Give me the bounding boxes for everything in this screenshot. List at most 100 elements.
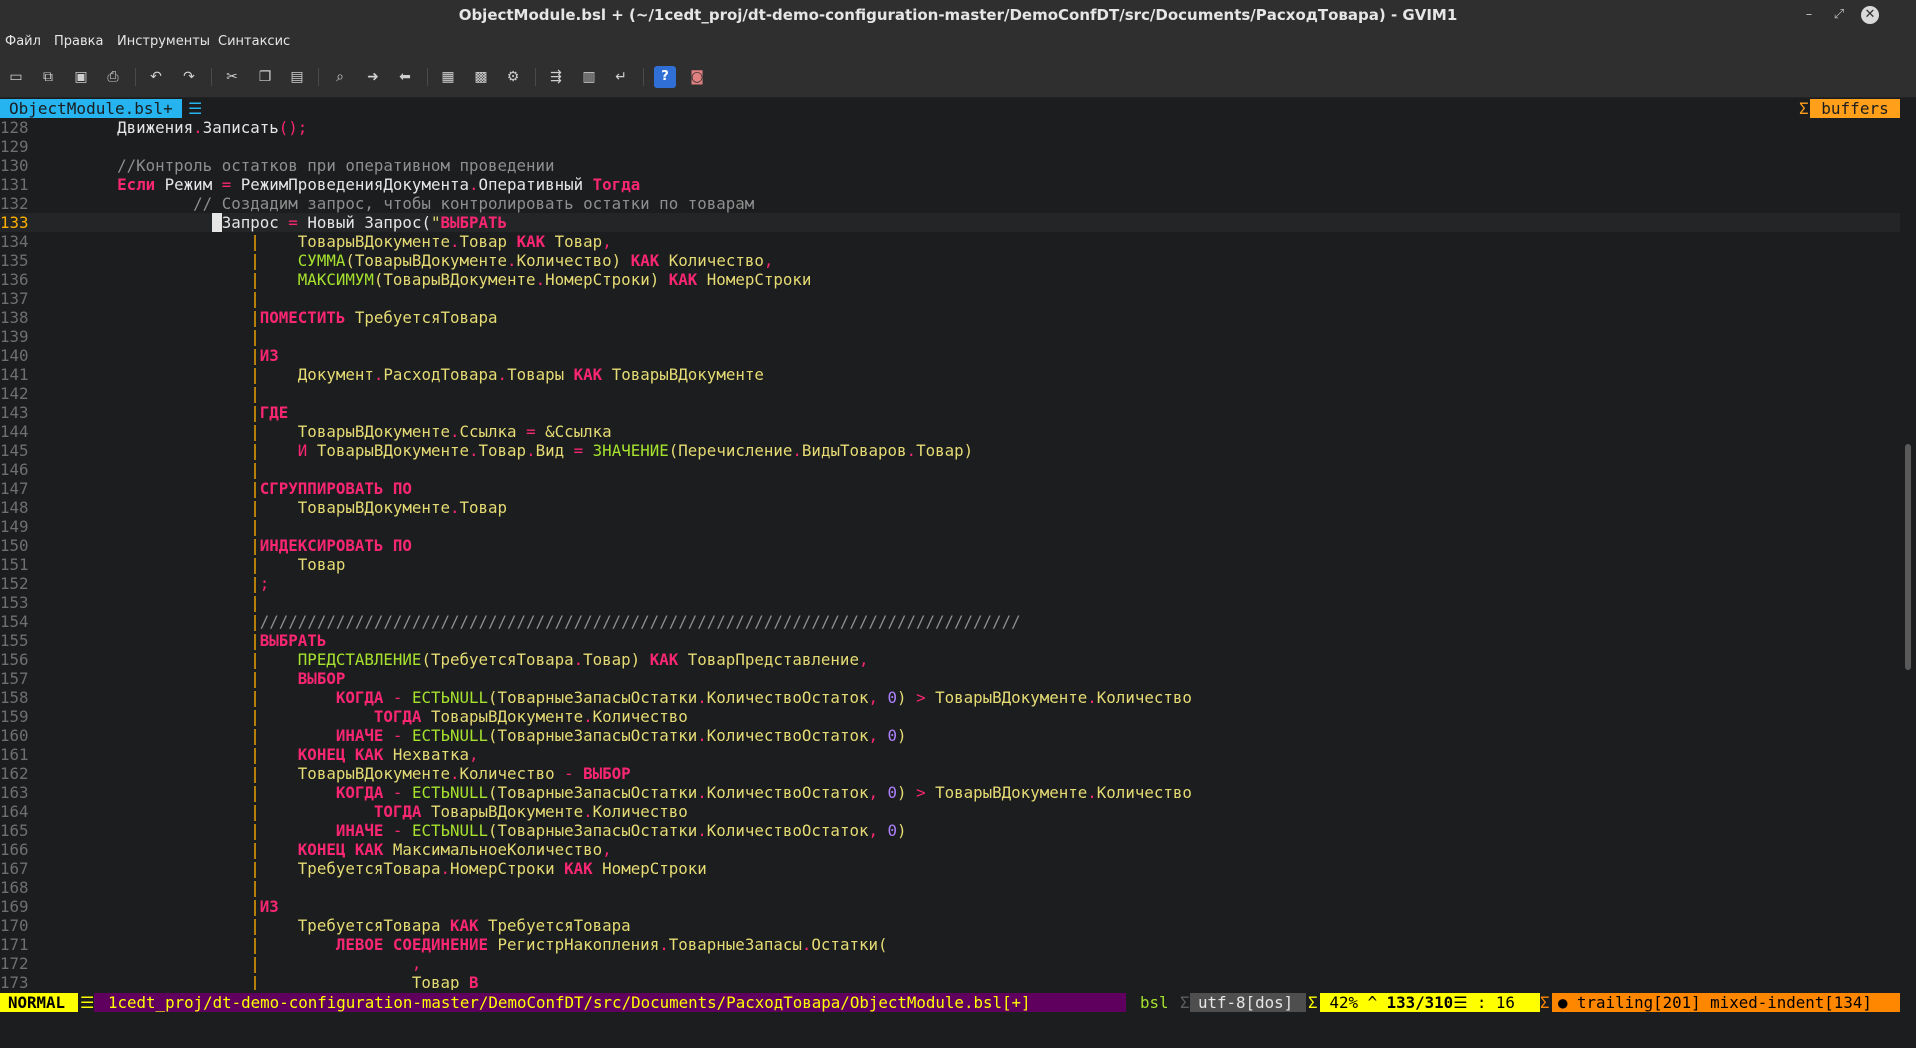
scrollbar-thumb[interactable] bbox=[1905, 444, 1911, 670]
buffers-label[interactable]: buffers bbox=[1810, 99, 1900, 118]
code-line[interactable]: 156 | ПРЕДСТАВЛЕНИЕ(ТребуетсяТовара.Това… bbox=[0, 650, 1900, 669]
print-icon[interactable]: ⎙ bbox=[102, 66, 124, 88]
code-line[interactable]: 142 | bbox=[0, 384, 1900, 403]
code-line[interactable]: 161 | КОНЕЦ КАК Нехватка, bbox=[0, 745, 1900, 764]
code-line[interactable]: 134 | ТоварыВДокументе.Товар КАК Товар, bbox=[0, 232, 1900, 251]
code-line[interactable]: 163 | КОГДА - ЕСТЬNULL(ТоварныеЗапасыОст… bbox=[0, 783, 1900, 802]
code-text: | ТребуетсяТовара.НомерСтроки КАК НомерС… bbox=[41, 859, 707, 878]
code-token: ВЫБОР bbox=[297, 669, 346, 688]
code-line[interactable]: 157 | ВЫБОР bbox=[0, 669, 1900, 688]
tab-objectmodule[interactable]: ObjectModule.bsl+ bbox=[0, 99, 182, 118]
code-line[interactable]: 158 | КОГДА - ЕСТЬNULL(ТоварныеЗапасыОст… bbox=[0, 688, 1900, 707]
code-line[interactable]: 153 | bbox=[0, 593, 1900, 612]
menu-tools[interactable]: Инструменты bbox=[117, 34, 210, 49]
code-line[interactable]: 145 | И ТоварыВДокументе.Товар.Вид = ЗНА… bbox=[0, 441, 1900, 460]
code-text: | bbox=[41, 384, 260, 403]
save-session-file-icon[interactable]: ▩ bbox=[470, 66, 492, 88]
find-icon[interactable]: ⌕ bbox=[329, 66, 351, 88]
close-icon[interactable]: ✕ bbox=[1861, 6, 1879, 24]
code-line[interactable]: 144 | ТоварыВДокументе.Ссылка = &Ссылка bbox=[0, 422, 1900, 441]
code-line[interactable]: 164 | ТОГДА ТоварыВДокументе.Количество bbox=[0, 802, 1900, 821]
redo-icon[interactable]: ↷ bbox=[178, 66, 200, 88]
cut-icon[interactable]: ✂ bbox=[221, 66, 243, 88]
code-line[interactable]: 169 |ИЗ bbox=[0, 897, 1900, 916]
code-line[interactable]: 148 | ТоварыВДокументе.Товар bbox=[0, 498, 1900, 517]
line-number: 153 bbox=[0, 593, 29, 612]
code-line[interactable]: 129 bbox=[0, 137, 1900, 156]
make-icon[interactable]: ⇶ bbox=[545, 66, 567, 88]
code-token: . bbox=[659, 935, 669, 954]
find-next-icon[interactable]: ➜ bbox=[362, 66, 384, 88]
open-icon[interactable]: ▭ bbox=[5, 66, 27, 88]
code-line[interactable]: 173 | Товар В bbox=[0, 973, 1900, 990]
code-line[interactable]: 141 | Документ.РасходТовара.Товары КАК Т… bbox=[0, 365, 1900, 384]
code-token: Товар bbox=[259, 555, 346, 574]
code-line[interactable]: 154 |///////////////////////////////////… bbox=[0, 612, 1900, 631]
code-line[interactable]: 152 |; bbox=[0, 574, 1900, 593]
menu-syntax[interactable]: Синтаксис bbox=[218, 34, 290, 49]
code-line[interactable]: 167 | ТребуетсяТовара.НомерСтроки КАК Но… bbox=[0, 859, 1900, 878]
load-session-icon[interactable]: ▦ bbox=[437, 66, 459, 88]
code-line[interactable]: 136 | МАКСИМУМ(ТоварыВДокументе.НомерСтр… bbox=[0, 270, 1900, 289]
ctags-icon[interactable]: ↵ bbox=[610, 66, 632, 88]
paste-icon[interactable]: ▤ bbox=[286, 66, 308, 88]
help-icon[interactable]: ? bbox=[654, 66, 676, 88]
undo-icon[interactable]: ↶ bbox=[145, 66, 167, 88]
code-line[interactable]: 172 | , bbox=[0, 954, 1900, 973]
code-line[interactable]: 171 | ЛЕВОЕ СОЕДИНЕНИЕ РегистрНакопления… bbox=[0, 935, 1900, 954]
copy-icon[interactable]: ❐ bbox=[254, 66, 276, 88]
editor-area[interactable]: 128 Движения.Записать(); 129 130 //Контрол… bbox=[0, 118, 1900, 990]
code-line[interactable]: 137 | bbox=[0, 289, 1900, 308]
find-prev-icon[interactable]: ⬅ bbox=[394, 66, 416, 88]
vertical-scrollbar[interactable] bbox=[1900, 118, 1916, 990]
code-line[interactable]: 143 |ГДЕ bbox=[0, 403, 1900, 422]
code-line[interactable]: 155 |ВЫБРАТЬ bbox=[0, 631, 1900, 650]
code-token: ЗНАЧЕНИЕ bbox=[592, 441, 669, 460]
code-line[interactable]: 159 | ТОГДА ТоварыВДокументе.Количество bbox=[0, 707, 1900, 726]
code-line[interactable]: 130 //Контроль остатков при оперативном … bbox=[0, 156, 1900, 175]
minimize-icon[interactable]: – bbox=[1800, 6, 1818, 24]
code-line[interactable]: 133 Запрос = Новый Запрос("ВЫБРАТЬ bbox=[0, 213, 1900, 232]
menu-edit[interactable]: Правка bbox=[54, 34, 103, 49]
code-line[interactable]: 166 | КОНЕЦ КАК МаксимальноеКоличество, bbox=[0, 840, 1900, 859]
shell-icon[interactable]: ▥ bbox=[578, 66, 600, 88]
menu-file[interactable]: Файл bbox=[5, 34, 41, 49]
code-token: | bbox=[250, 802, 260, 821]
code-line[interactable]: 138 |ПОМЕСТИТЬ ТребуетсяТовара bbox=[0, 308, 1900, 327]
code-token: | bbox=[250, 384, 260, 403]
save-session-icon[interactable]: ⧉ bbox=[37, 66, 59, 88]
code-line[interactable]: 128 Движения.Записать(); bbox=[0, 118, 1900, 137]
code-line[interactable]: 139 | bbox=[0, 327, 1900, 346]
code-token: | bbox=[250, 593, 260, 612]
code-token: Нехватка bbox=[383, 745, 470, 764]
maximize-icon[interactable]: ⤢ bbox=[1830, 6, 1848, 24]
save-icon[interactable]: ▣ bbox=[70, 66, 92, 88]
code-line[interactable]: 162 | ТоварыВДокументе.Количество - ВЫБО… bbox=[0, 764, 1900, 783]
code-line[interactable]: 165 | ИНАЧЕ - ЕСТЬNULL(ТоварныеЗапасыОст… bbox=[0, 821, 1900, 840]
code-line[interactable]: 168 | bbox=[0, 878, 1900, 897]
code-line[interactable]: 132 // Создадим запрос, чтобы контролиро… bbox=[0, 194, 1900, 213]
code-token: ЛЕВОЕ СОЕДИНЕНИЕ bbox=[335, 935, 489, 954]
code-line[interactable]: 150 |ИНДЕКСИРОВАТЬ ПО bbox=[0, 536, 1900, 555]
code-token: КоличествоОстаток bbox=[706, 783, 869, 802]
code-token: . bbox=[697, 783, 707, 802]
find-help-icon[interactable]: ◙ bbox=[686, 66, 708, 88]
code-line[interactable]: 135 | СУММА(ТоварыВДокументе.Количество)… bbox=[0, 251, 1900, 270]
code-line[interactable]: 151 | Товар bbox=[0, 555, 1900, 574]
code-line[interactable]: 147 |СГРУППИРОВАТЬ ПО bbox=[0, 479, 1900, 498]
command-line[interactable] bbox=[0, 1012, 1916, 1048]
code-line[interactable]: 131 Если Режим = РежимПроведенияДокумент… bbox=[0, 175, 1900, 194]
code-line[interactable]: 140 |ИЗ bbox=[0, 346, 1900, 365]
run-script-icon[interactable]: ⚙ bbox=[502, 66, 524, 88]
code-token: ////////////////////////////////////////… bbox=[259, 612, 1021, 631]
code-token: Вид bbox=[535, 441, 574, 460]
code-line[interactable]: 149 | bbox=[0, 517, 1900, 536]
code-text: | КОГДА - ЕСТЬNULL(ТоварныеЗапасыОстатки… bbox=[41, 688, 1192, 707]
code-line[interactable]: 170 | ТребуетсяТовара КАК ТребуетсяТовар… bbox=[0, 916, 1900, 935]
line-number: 128 bbox=[0, 118, 29, 137]
code-line[interactable]: 160 | ИНАЧЕ - ЕСТЬNULL(ТоварныеЗапасыОст… bbox=[0, 726, 1900, 745]
code-line[interactable]: 146 | bbox=[0, 460, 1900, 479]
